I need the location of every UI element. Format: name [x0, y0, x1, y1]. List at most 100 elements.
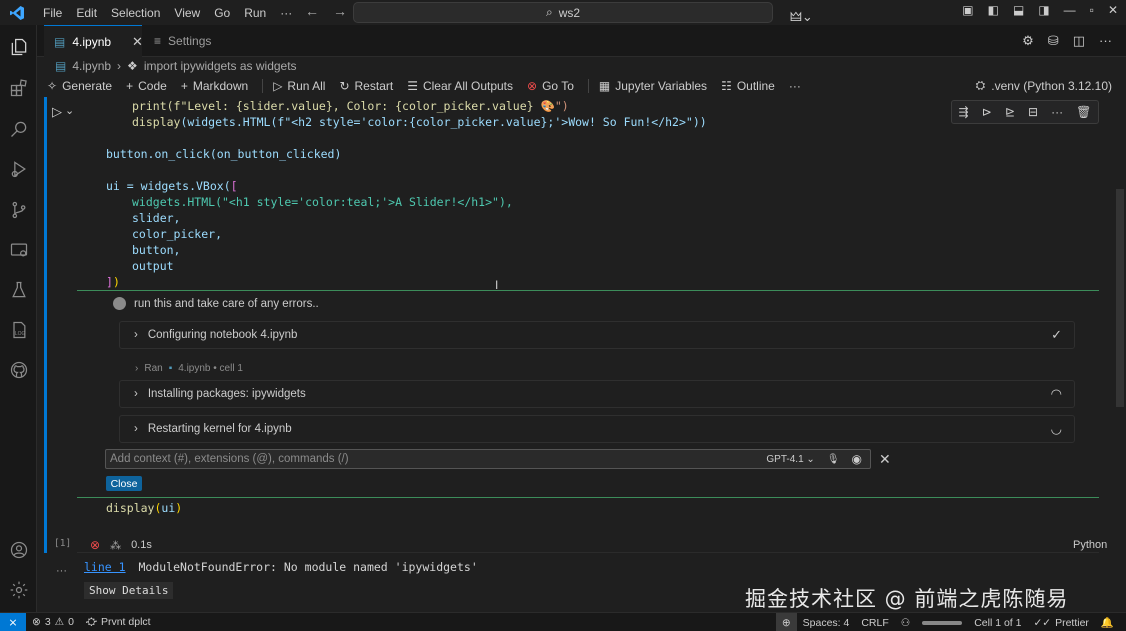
zoom-icon[interactable]: ⊕ [775, 613, 797, 631]
run-all-button[interactable]: ▷ Run All [273, 79, 325, 93]
output-divider [77, 552, 1099, 553]
maximize-icon[interactable]: ▫ [1090, 3, 1094, 17]
manage-gear-icon[interactable] [8, 579, 30, 601]
notifications-bell-icon[interactable]: 🔔 [1095, 616, 1120, 629]
menu-view[interactable]: View [167, 6, 207, 20]
run-cell-icon[interactable]: ▷ [52, 104, 62, 120]
extension-status[interactable]: ⛮ Prvnt dplct [80, 616, 157, 629]
search-sidebar-icon[interactable] [8, 118, 30, 140]
menu-file[interactable]: File [36, 6, 69, 20]
tab-notebook[interactable]: ▤ 4.ipynb ✕ [44, 25, 143, 57]
prettier-status[interactable]: ✓✓ Prettier [1027, 617, 1094, 629]
send-icon[interactable]: ◉ [852, 452, 862, 466]
accounts-icon[interactable] [8, 539, 30, 561]
remote-indicator-icon[interactable]: ⨯ [0, 612, 26, 631]
code-bracket: [ [230, 179, 238, 193]
split-cell-icon[interactable]: ⊟ [1028, 105, 1038, 119]
generate-button[interactable]: ✧ Generate [47, 79, 112, 93]
vscode-logo-icon [8, 4, 26, 22]
indentation-status[interactable]: Spaces: 4 [797, 617, 856, 629]
ran-target[interactable]: 4.ipynb • cell 1 [178, 363, 243, 374]
menu-edit[interactable]: Edit [69, 6, 104, 20]
copilot-status-icon[interactable]: ⚇ [895, 617, 916, 629]
code-block-display[interactable]: display(ui) [106, 500, 182, 516]
menu-selection[interactable]: Selection [104, 6, 167, 20]
svg-text:LOG: LOG [15, 331, 26, 337]
title-bar: File Edit Selection View Go Run ··· ← → … [0, 0, 1126, 25]
add-markdown-button[interactable]: + Markdown [181, 79, 248, 93]
tab-settings[interactable]: ≡ Settings [144, 25, 221, 57]
outline-button[interactable]: ☷ Outline [721, 79, 775, 93]
vertical-scrollbar[interactable] [1116, 189, 1124, 407]
run-all-icon: ▷ [273, 79, 283, 93]
chat-step-install[interactable]: › Installing packages: ipywidgets ◠ [119, 380, 1075, 408]
toggle-secondary-sidebar-icon[interactable]: ◨ [1038, 3, 1049, 17]
search-icon: ⌕ [545, 5, 553, 19]
chat-input[interactable]: Add context (#), extensions (@), command… [105, 449, 871, 469]
close-tab-icon[interactable]: ✕ [132, 34, 143, 50]
eol-status[interactable]: CRLF [855, 617, 894, 629]
code-block[interactable]: print(f"Level: {slider.value}, Color: {c… [106, 98, 707, 290]
error-line-link[interactable]: line 1 [84, 560, 126, 574]
spinner-icon: ◠ [1050, 386, 1062, 401]
log-icon[interactable]: LOG [8, 319, 30, 341]
clear-outputs-button[interactable]: ☰ Clear All Outputs [407, 79, 513, 93]
clear-outputs-label: Clear All Outputs [422, 79, 514, 93]
run-debug-icon[interactable] [8, 158, 30, 180]
toggle-sidebar-icon[interactable]: ◧ [988, 3, 999, 17]
code-line: button, [132, 243, 181, 257]
problems-indicator[interactable]: ⊗ 3 ⚠ 0 [26, 616, 80, 628]
extension-icon: ⛮ [85, 615, 97, 628]
minimize-icon[interactable]: — [1064, 3, 1076, 17]
split-editor-icon[interactable]: ◫ [1073, 33, 1085, 49]
delete-cell-icon[interactable]: 🗑 [1076, 105, 1091, 119]
extensions-icon[interactable] [8, 77, 30, 99]
output-more-icon[interactable]: ··· [56, 565, 67, 577]
breadcrumb-file[interactable]: 4.ipynb [72, 59, 111, 73]
outline-label: Outline [736, 79, 775, 93]
run-by-line-icon[interactable]: ⇶ [959, 105, 969, 119]
breadcrumb-symbol[interactable]: import ipywidgets as widgets [144, 59, 297, 73]
execute-below-icon[interactable]: ⊵ [1005, 105, 1015, 119]
github-icon[interactable] [8, 359, 30, 381]
close-window-icon[interactable]: ✕ [1108, 3, 1118, 17]
model-picker[interactable]: GPT-4.1 ⌄ [766, 454, 814, 465]
go-to-label: Go To [542, 79, 574, 93]
cell-more-icon[interactable]: ··· [1051, 105, 1063, 119]
menu-run[interactable]: Run [237, 6, 273, 20]
customize-layout-icon[interactable]: ▣ [962, 3, 973, 17]
tab-label: 4.ipynb [72, 34, 112, 49]
database-icon[interactable]: ⛁ [1048, 33, 1059, 49]
microphone-icon[interactable]: 🎙 [827, 454, 840, 465]
close-button[interactable]: Close [106, 476, 142, 491]
chat-step-configure[interactable]: › Configuring notebook 4.ipynb ✓ [119, 321, 1075, 349]
toolbar-more-button[interactable]: ··· [789, 79, 801, 93]
add-code-button[interactable]: + Code [126, 79, 167, 93]
jupyter-variables-button[interactable]: ▦ Jupyter Variables [599, 79, 707, 93]
restart-button[interactable]: ↻ Restart [339, 79, 393, 93]
chevron-down-icon[interactable]: ⌄ [65, 104, 74, 117]
back-arrow-icon[interactable]: ← [305, 3, 319, 19]
menu-more[interactable]: ··· [273, 6, 299, 20]
close-chat-icon[interactable]: ✕ [879, 451, 891, 468]
avatar [113, 297, 126, 310]
explorer-icon[interactable] [8, 36, 30, 58]
kernel-picker[interactable]: ⛭ .venv (Python 3.12.10) [976, 78, 1112, 93]
command-center-search[interactable]: ⌕ ws2 [353, 2, 773, 23]
cell-language[interactable]: Python [1073, 539, 1107, 551]
show-details-button[interactable]: Show Details [84, 582, 174, 599]
menu-go[interactable]: Go [207, 6, 237, 20]
chat-step-restart[interactable]: › Restarting kernel for 4.ipynb ◡ [119, 415, 1075, 443]
execute-above-icon[interactable]: ⊳ [982, 105, 992, 119]
go-to-button[interactable]: ⊗ Go To [527, 79, 574, 93]
cell-position[interactable]: Cell 1 of 1 [968, 617, 1027, 629]
more-actions-icon[interactable]: ··· [1099, 33, 1112, 49]
toggle-panel-icon[interactable]: ⬓ [1013, 3, 1024, 17]
source-control-icon[interactable] [8, 199, 30, 221]
forward-arrow-icon[interactable]: → [333, 3, 347, 19]
notebook-file-icon: ▤ [54, 34, 66, 49]
execution-status: ⊗ ⁂ 0.1s [90, 538, 152, 552]
testing-flask-icon[interactable] [8, 279, 30, 301]
remote-explorer-icon[interactable] [8, 239, 30, 261]
settings-gear-icon[interactable]: ⚙ [1022, 33, 1034, 49]
